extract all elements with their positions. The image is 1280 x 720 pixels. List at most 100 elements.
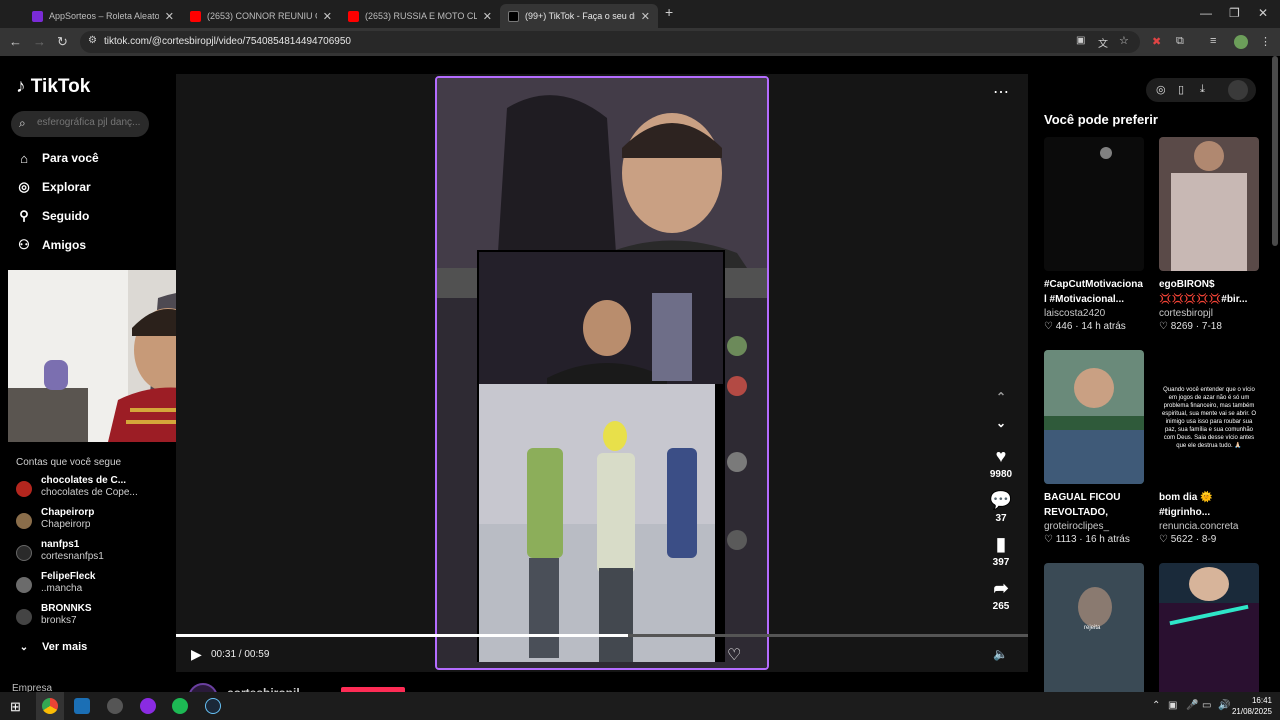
company-link[interactable]: Empresa bbox=[12, 683, 52, 692]
recommended-card[interactable]: #CapCutMotivaciona l #Motivacional... la… bbox=[1044, 137, 1144, 332]
clock-date: 21/08/2025 bbox=[1231, 707, 1272, 716]
card-title: BAGUAL FICOU REVOLTADO, GROT... bbox=[1044, 492, 1121, 518]
tray-app-icon[interactable]: ▣ bbox=[1168, 700, 1177, 711]
account-handle: Chapeirorp bbox=[41, 519, 91, 530]
youtube-favicon-icon bbox=[348, 10, 359, 22]
recommended-card[interactable]: Quando você entender que o vício em jogo… bbox=[1159, 350, 1259, 545]
search-box[interactable]: ⌕ bbox=[11, 111, 149, 137]
account-name: chocolates de C... bbox=[41, 475, 127, 486]
tray-chevron-icon[interactable]: ⌃ bbox=[1152, 700, 1160, 711]
browser-tab-appsorteos[interactable]: AppSorteos – Roleta Aleatoria ✕ bbox=[24, 4, 182, 28]
volume-icon[interactable]: 🔈 bbox=[993, 647, 1008, 661]
video-frame[interactable]: ♡ bbox=[435, 76, 769, 670]
close-tab-icon[interactable]: ✕ bbox=[165, 10, 174, 23]
obs-icon[interactable] bbox=[107, 698, 123, 714]
site-info-icon[interactable]: ⚙ bbox=[88, 35, 97, 46]
extensions-puzzle-icon[interactable]: ⧉ bbox=[1176, 35, 1184, 48]
page-scrollbar[interactable] bbox=[1272, 56, 1278, 246]
steam-like-app-icon[interactable] bbox=[74, 698, 90, 714]
nav-seguido[interactable]: ⚲ Seguido bbox=[16, 205, 89, 227]
search-input[interactable] bbox=[37, 117, 145, 128]
back-icon[interactable]: ← bbox=[9, 34, 22, 49]
bookmark-star-icon[interactable]: ☆ bbox=[1119, 34, 1129, 47]
play-icon[interactable]: ▶ bbox=[191, 646, 202, 663]
user-avatar[interactable] bbox=[1228, 80, 1248, 100]
share-count: 265 bbox=[992, 601, 1010, 612]
browser-tab-strip: AppSorteos – Roleta Aleatoria ✕ (2653) C… bbox=[0, 0, 1280, 28]
media-queue-icon[interactable]: ≡ bbox=[1210, 35, 1216, 47]
windows-taskbar: ⊞ ⌃ ▣ 🎤 ▭ 🔊 16:41 21/08/2025 bbox=[0, 692, 1280, 720]
account-name: BRONNKS bbox=[41, 603, 92, 614]
close-tab-icon[interactable]: ✕ bbox=[483, 10, 492, 23]
close-tab-icon[interactable]: ✕ bbox=[641, 10, 650, 23]
card-author: groteiroclipes_ bbox=[1044, 521, 1110, 532]
extension-blocker-icon[interactable]: ✖ bbox=[1152, 35, 1161, 48]
card-overlay-text: rejeita bbox=[1084, 625, 1101, 631]
logo-text: TikTok bbox=[30, 76, 91, 97]
see-more-label: Ver mais bbox=[42, 641, 88, 653]
spotify-icon[interactable] bbox=[172, 698, 188, 714]
address-bar[interactable]: ⚙ tiktok.com/@cortesbiropjl/video/754085… bbox=[80, 31, 1140, 53]
recommended-title: Você pode preferir bbox=[1044, 112, 1158, 127]
windows-start-icon[interactable]: ⊞ bbox=[10, 699, 21, 715]
video-like-heart-icon[interactable]: ♡ bbox=[727, 645, 741, 665]
browser-tab-youtube-1[interactable]: (2653) CONNOR REUNIU GERA ✕ bbox=[182, 4, 340, 28]
save-button[interactable]: ▮ 397 bbox=[982, 534, 1020, 568]
streaming-app-icon[interactable] bbox=[140, 698, 156, 714]
close-window-icon[interactable]: ✕ bbox=[1258, 6, 1268, 20]
heart-icon: ♥ bbox=[995, 446, 1007, 466]
nav-para-voce[interactable]: ⌂ Para você bbox=[16, 147, 99, 169]
browser-tab-tiktok[interactable]: (99+) TikTok - Faça o seu dia ✕ bbox=[500, 4, 658, 28]
like-button[interactable]: ♥ 9980 bbox=[982, 446, 1020, 480]
video-progress-bar[interactable] bbox=[176, 634, 1028, 637]
nav-amigos[interactable]: ⚇ Amigos bbox=[16, 234, 86, 256]
tiktok-logo[interactable]: ♪ TikTok bbox=[16, 76, 90, 98]
next-video-icon[interactable]: ⌄ bbox=[982, 416, 1020, 430]
system-clock[interactable]: 16:41 21/08/2025 bbox=[1232, 695, 1272, 717]
phone-icon[interactable]: ▯ bbox=[1178, 83, 1184, 96]
card-thumbnail bbox=[1044, 350, 1144, 484]
following-section-title: Contas que você segue bbox=[16, 457, 122, 468]
recommended-card[interactable]: egoBIRON$ 💢💢💢💢💢#bir... cortesbiropjl ♡ 8… bbox=[1159, 137, 1259, 332]
comment-button[interactable]: 💬 37 bbox=[982, 490, 1020, 524]
new-tab-button[interactable]: + bbox=[665, 4, 673, 20]
forward-icon[interactable]: → bbox=[33, 34, 46, 49]
download-icon[interactable]: ⤓ bbox=[1200, 83, 1205, 96]
speaker-icon[interactable]: 🔊 bbox=[1218, 700, 1230, 711]
card-title: bom dia 🌞 #tigrinho... bbox=[1159, 492, 1213, 518]
like-count: 9980 bbox=[989, 469, 1013, 480]
avatar bbox=[16, 577, 32, 593]
coin-icon[interactable]: ◎ bbox=[1156, 83, 1166, 96]
nav-explorar[interactable]: ◎ Explorar bbox=[16, 176, 90, 198]
author-avatar[interactable] bbox=[188, 683, 218, 692]
reload-icon[interactable]: ↻ bbox=[57, 34, 68, 50]
browser-menu-icon[interactable]: ⋮ bbox=[1260, 35, 1271, 48]
translate-icon[interactable]: 文 bbox=[1098, 35, 1108, 50]
nav-label: Para você bbox=[42, 151, 99, 165]
profile-avatar[interactable] bbox=[1234, 35, 1248, 49]
url-text: tiktok.com/@cortesbiropjl/video/75408548… bbox=[104, 36, 351, 47]
share-button[interactable]: ➦ 265 bbox=[982, 578, 1020, 612]
recommended-card[interactable] bbox=[1159, 563, 1259, 692]
account-handle: cortesnanfps1 bbox=[41, 551, 104, 562]
recommended-card[interactable]: rejeita bbox=[1044, 563, 1144, 692]
close-tab-icon[interactable]: ✕ bbox=[323, 10, 332, 23]
cast-icon[interactable]: ▣ bbox=[1076, 35, 1085, 46]
video-content bbox=[437, 78, 767, 668]
card-title: #CapCutMotivaciona l #Motivacional... bbox=[1044, 279, 1143, 305]
restore-icon[interactable]: ❐ bbox=[1229, 6, 1240, 20]
steam-icon[interactable] bbox=[205, 698, 221, 714]
network-icon[interactable]: ▭ bbox=[1202, 700, 1211, 711]
chrome-icon[interactable] bbox=[42, 698, 58, 714]
browser-tab-youtube-2[interactable]: (2653) RUSSIA E MOTO CLUB F ✕ bbox=[340, 4, 500, 28]
account-handle: bronks7 bbox=[41, 615, 77, 626]
see-more-button[interactable]: ⌄ Ver mais bbox=[16, 636, 87, 658]
previous-video-icon[interactable]: ⌃ bbox=[982, 390, 1020, 404]
comment-count: 37 bbox=[995, 513, 1007, 524]
card-author: renuncia.concreta bbox=[1159, 521, 1239, 532]
recommended-card[interactable]: BAGUAL FICOU REVOLTADO, GROT... groteiro… bbox=[1044, 350, 1144, 545]
microphone-icon[interactable]: 🎤 bbox=[1186, 700, 1198, 711]
minimize-icon[interactable]: — bbox=[1200, 6, 1212, 20]
more-options-icon[interactable]: ⋯ bbox=[993, 82, 1009, 102]
chevron-down-icon: ⌄ bbox=[19, 641, 29, 653]
